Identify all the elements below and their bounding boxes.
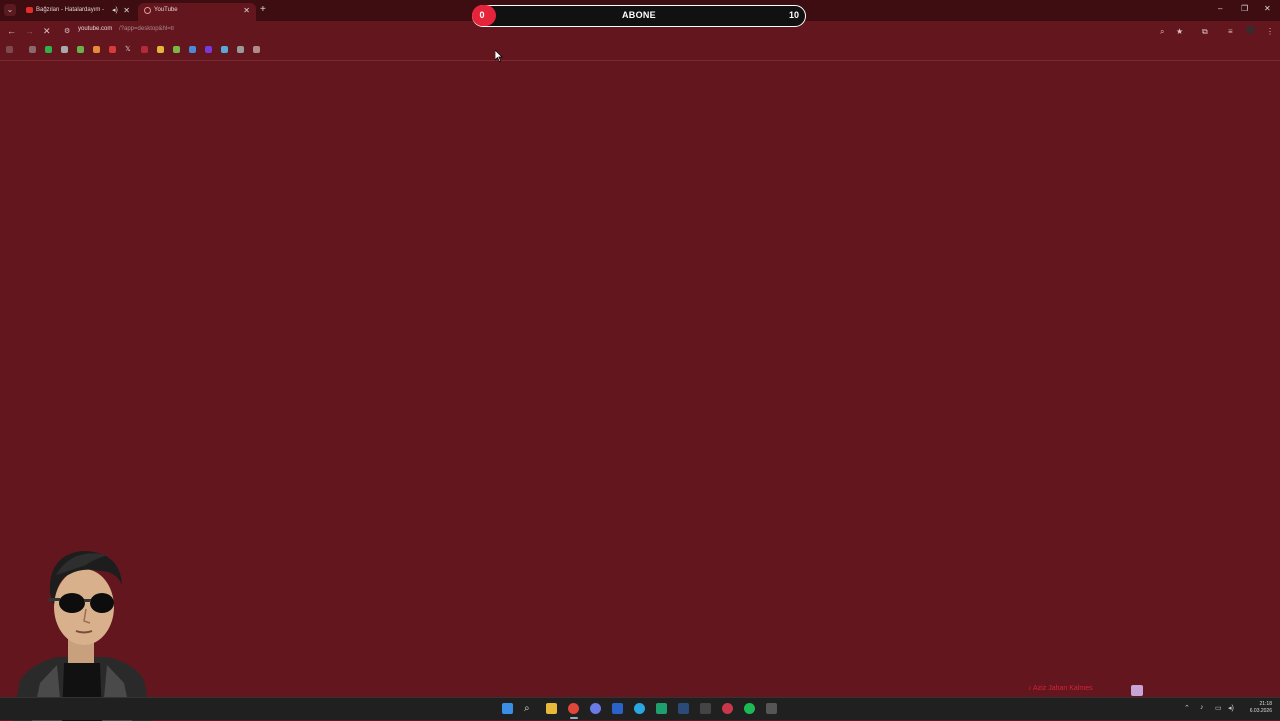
bookmark-icon[interactable] [45,46,52,53]
tab-title: YouTube [154,7,178,13]
close-tab-icon[interactable]: ✕ [243,3,250,18]
tray-overflow-icon[interactable]: ⌃ [1184,704,1190,712]
stop-loading-icon[interactable]: ✕ [43,26,51,37]
microphone-icon[interactable]: ♪ [1200,704,1204,711]
bookmark-icon[interactable] [141,46,148,53]
speaker-icon[interactable]: ◂) [112,3,118,18]
folder-icon[interactable] [157,46,164,53]
clock-date: 6.03.2026 [1249,708,1272,714]
bookmark-icon[interactable] [189,46,196,53]
goal-label: ABONE [621,10,656,20]
minimize-window-icon[interactable]: – [1218,3,1222,15]
browser-menu-icon[interactable]: ⋮ [1266,26,1274,37]
display-icon[interactable]: ▭ [1215,704,1222,712]
volume-icon[interactable]: ◂) [1228,704,1234,712]
restore-window-icon[interactable]: ❐ [1241,3,1248,15]
bookmark-star-icon[interactable]: ★ [1176,26,1183,37]
youtube-favicon-icon [26,7,33,13]
profile-avatar[interactable] [1246,25,1255,34]
loading-favicon-icon [144,7,151,14]
url-path: /?app=desktop&hl=tr [119,26,175,32]
forward-arrow-icon[interactable]: → [25,26,34,37]
tab-title: Bağzılan - Hatalardayım - Y [36,7,106,13]
app-icon[interactable] [700,703,711,714]
media-controls-icon[interactable]: ≡ [1228,26,1233,37]
app-icon[interactable] [722,703,733,714]
bookmark-icon[interactable] [253,46,260,53]
discord-icon[interactable] [590,703,601,714]
bookmark-icon[interactable] [205,46,212,53]
chrome-icon[interactable] [568,703,579,714]
x-logo-icon[interactable]: 𝕏 [125,46,131,53]
url-host: youtube.com [78,26,113,32]
active-app-indicator [570,717,578,719]
search-icon[interactable]: ⌕ [524,703,535,714]
app-icon[interactable] [766,703,777,714]
back-arrow-icon[interactable]: ← [7,26,16,37]
bookmark-icon[interactable] [221,46,228,53]
site-info-icon[interactable]: ⚙ [64,26,70,37]
clock[interactable]: 21:18 6.03.2026 [1244,701,1272,715]
tab-youtube[interactable]: YouTube ✕ [138,3,256,21]
close-tab-icon[interactable]: ✕ [123,3,130,18]
mouse-cursor-icon [495,50,503,62]
file-explorer-icon[interactable] [546,703,557,714]
bookmark-icon[interactable] [29,46,36,53]
bookmark-icon[interactable] [93,46,100,53]
steam-icon[interactable] [678,703,689,714]
goal-target-count: 10 [788,10,799,20]
bookmark-icon[interactable] [61,46,68,53]
bookmarks-bar: 𝕏 [0,42,1280,61]
app-icon[interactable] [612,703,623,714]
bookmark-icon[interactable] [109,46,116,53]
streamer-avatar [12,551,152,721]
start-menu-icon[interactable] [502,703,513,714]
new-tab-button[interactable]: + [260,3,266,17]
apps-grid-icon[interactable] [6,46,13,53]
close-window-icon[interactable]: ✕ [1264,3,1271,15]
spotify-icon[interactable] [744,703,755,714]
bookmark-icon[interactable] [237,46,244,53]
windows-taskbar: ⌕ ⌃ ♪ ▭ ◂) 21:18 6.03.2026 [0,697,1280,720]
tab-music-video[interactable]: Bağzılan - Hatalardayım - Y ◂) ✕ [20,3,136,21]
bookmark-icon[interactable] [173,46,180,53]
tab-search-menu-button[interactable]: ⌄ [4,4,16,16]
zoom-search-icon[interactable]: ⌕ [1160,26,1164,37]
bookmark-icon[interactable] [77,46,84,53]
now-playing-text: ♪ Aziz Jahan Kalmes [1028,685,1093,692]
subscriber-goal-bar: 0 ABONE 10 [472,5,806,27]
app-icon[interactable] [656,703,667,714]
extensions-icon[interactable]: ⧉ [1202,26,1208,37]
album-art-icon [1131,685,1143,696]
clock-time: 21:18 [1259,701,1272,707]
telegram-icon[interactable] [634,703,645,714]
